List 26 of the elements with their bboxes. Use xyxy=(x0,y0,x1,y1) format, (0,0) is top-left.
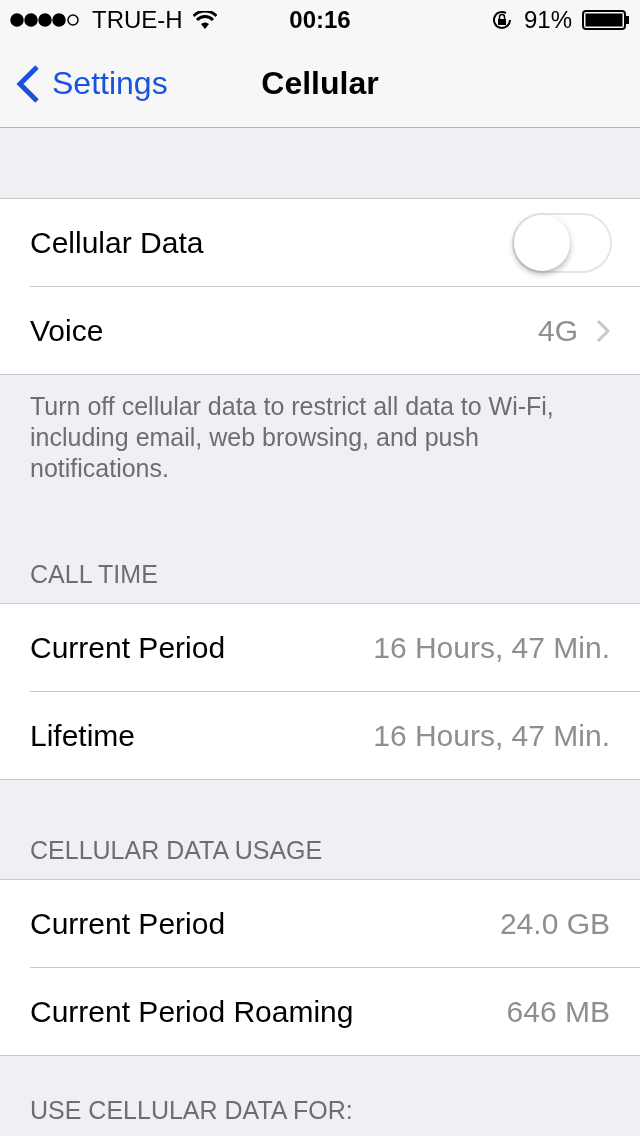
page-title: Cellular xyxy=(261,65,379,101)
back-chevron-icon xyxy=(16,63,40,104)
row-label: Lifetime xyxy=(30,718,136,753)
carrier-name: TRUE-H xyxy=(92,6,183,34)
section-header: USE CELLULAR DATA FOR: xyxy=(29,1096,354,1126)
row-label: Cellular Data xyxy=(30,225,204,260)
row-value: 646 MB xyxy=(506,994,610,1029)
footer-note: Turn off cellular data to restrict all data to Wi-Fi, including email, web browsing, and push notifications. xyxy=(29,391,555,484)
wifi-icon xyxy=(192,11,217,29)
battery-percent: 91% xyxy=(523,6,572,34)
row-value: 24.0 GB xyxy=(499,906,610,941)
section-header: CALL TIME xyxy=(29,560,159,590)
row-label: Current Period xyxy=(30,906,226,941)
section-header: CELLULAR DATA USAGE xyxy=(29,836,324,866)
row-value: 16 Hours, 47 Min. xyxy=(373,630,610,665)
chevron-icon xyxy=(596,318,610,343)
signal-icon xyxy=(10,13,82,27)
row-label: Current Period Roaming xyxy=(30,994,354,1029)
row-value: 4G xyxy=(537,313,578,348)
row-label: Current Period xyxy=(30,630,226,665)
toggle-switch[interactable] xyxy=(512,212,612,273)
clock-time: 00:16 xyxy=(289,6,351,34)
row-label: Voice xyxy=(30,313,104,348)
row-value: 16 Hours, 47 Min. xyxy=(373,718,610,753)
battery-icon xyxy=(582,10,630,30)
back-link[interactable]: Settings xyxy=(16,63,168,104)
